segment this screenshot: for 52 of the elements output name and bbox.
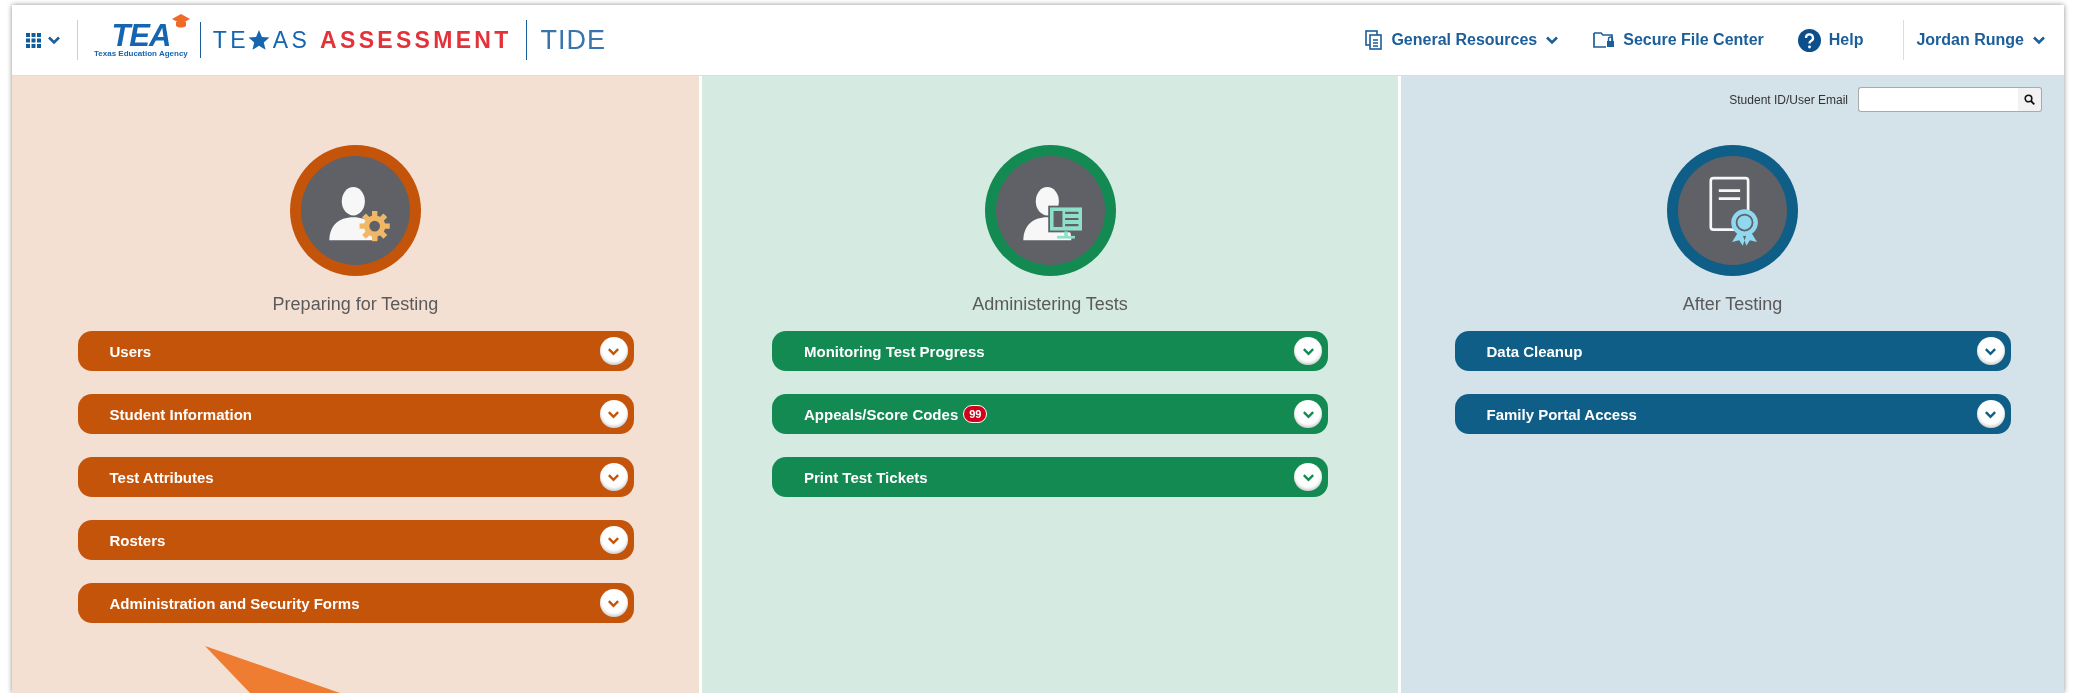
accordion-bar[interactable]: Monitoring Test Progress [772,331,1328,371]
accordion-bar[interactable]: Family Portal Access [1454,394,2011,434]
bar-label: Test Attributes [109,468,214,486]
expand-button[interactable] [1294,337,1322,365]
documents-icon [1365,30,1384,50]
expand-button[interactable] [599,463,628,491]
section-title: After Testing [1682,294,1783,315]
tea-logo-text: TEA [111,22,171,50]
expand-button[interactable] [1294,463,1322,491]
section-title: Administering Tests [972,294,1128,315]
expand-button[interactable] [1294,400,1322,428]
app-name: TIDE [540,24,607,56]
brand-text: AS [272,26,311,54]
nav-link[interactable]: Secure File Center [1593,31,1764,49]
bar-label: Print Test Tickets [804,468,928,486]
bar-label: Appeals/Score Codes [804,405,959,423]
graduation-cap-icon [171,14,190,28]
user-menu[interactable]: Jordan Runge [1916,31,2046,49]
expand-button[interactable] [599,589,628,617]
nav-link[interactable]: General Resources [1365,30,1560,50]
accordion-bar[interactable]: Student Information [77,394,634,434]
accordion-bar[interactable]: Data Cleanup [1454,331,2011,371]
expand-button[interactable] [599,526,628,554]
accordion-bar[interactable]: Print Test Tickets [772,457,1328,497]
app-menu-button[interactable] [26,32,61,48]
app-grid-icon [26,32,41,48]
search-label: Student ID/User Email [1729,93,1848,107]
accordion-bar[interactable]: Administration and Security Forms [77,583,634,623]
nav-link[interactable]: Help [1797,28,1864,52]
bar-label: Data Cleanup [1486,342,1583,360]
brand-accent-text: ASSESSMENT [320,26,512,54]
bar-label: Student Information [109,405,252,423]
expand-button[interactable] [599,400,628,428]
expand-button[interactable] [1976,400,2005,428]
expand-button[interactable] [599,337,628,365]
count-badge: 99 [963,405,988,423]
accordion-bar[interactable]: Appeals/Score Codes 99 [772,394,1328,434]
star-icon [247,29,270,51]
bar-label: Family Portal Access [1486,405,1637,423]
brand-text: TE [212,26,249,54]
section-title: Preparing for Testing [272,294,439,315]
bar-label: Monitoring Test Progress [804,342,985,360]
bar-label: Rosters [109,531,166,549]
accordion-bar[interactable]: Users [77,331,634,371]
bar-label: Users [109,342,152,360]
help-icon [1797,28,1821,52]
bar-label: Administration and Security Forms [109,594,360,612]
locked-folder-icon [1593,31,1616,49]
accordion-bar[interactable]: Test Attributes [77,457,634,497]
agency-name: Texas Education Agency [94,50,188,58]
accordion-bar[interactable]: Rosters [77,520,634,560]
expand-button[interactable] [1976,337,2005,365]
